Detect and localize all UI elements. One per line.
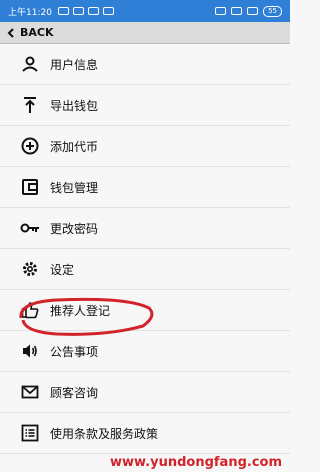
- menu-item-label: 推荐人登记: [50, 303, 111, 318]
- speaker-icon: [20, 341, 40, 361]
- menu-item-terms-of-service[interactable]: 使用条款及服务政策: [0, 413, 290, 454]
- menu-item-label: 设定: [50, 262, 75, 277]
- menu-item-wallet-management[interactable]: 钱包管理: [0, 167, 290, 208]
- alarm-icon: [57, 7, 69, 15]
- message-icon: [72, 7, 84, 15]
- menu-item-referrer-registration[interactable]: 推荐人登记: [0, 290, 290, 331]
- menu-item-user-info[interactable]: 用户信息: [0, 44, 290, 85]
- menu-item-label: 导出钱包: [50, 98, 99, 113]
- menu-item-announcements[interactable]: 公告事项: [0, 331, 290, 372]
- back-button[interactable]: BACK: [20, 26, 54, 39]
- menu-item-settings[interactable]: 设定: [0, 249, 290, 290]
- menu-item-label: 公告事项: [50, 344, 99, 359]
- wifi-icon: [247, 7, 259, 15]
- menu-item-add-token[interactable]: 添加代币: [0, 126, 290, 167]
- key-icon: [20, 218, 40, 238]
- status-time: 上午11:20: [8, 7, 52, 18]
- top-bar: BACK: [0, 22, 290, 44]
- menu-item-label: 添加代币: [50, 139, 99, 154]
- notification-icons: [57, 7, 114, 15]
- add-circle-icon: [20, 136, 40, 156]
- menu-item-label: 更改密码: [50, 221, 99, 236]
- battery-icon: 55: [263, 5, 282, 17]
- cloud-icon: [102, 7, 114, 15]
- upload-icon: [20, 95, 40, 115]
- gear-icon: [20, 259, 40, 279]
- chevron-left-icon[interactable]: [6, 27, 16, 38]
- menu-item-export-wallet[interactable]: 导出钱包: [0, 85, 290, 126]
- settings-menu: 用户信息 导出钱包 添加代币 钱包管理 更改密码 设定 推荐人登记 公告事项 顾…: [0, 44, 290, 454]
- watermark: www.yundongfang.com: [109, 455, 282, 470]
- menu-item-change-password[interactable]: 更改密码: [0, 208, 290, 249]
- person-icon: [20, 54, 40, 74]
- menu-item-label: 钱包管理: [50, 180, 99, 195]
- menu-item-customer-inquiry[interactable]: 顾客咨询: [0, 372, 290, 413]
- signal-icon: [231, 7, 243, 15]
- mail-icon: [20, 382, 40, 402]
- thumbs-up-icon: [20, 300, 40, 320]
- menu-item-label: 顾客咨询: [50, 385, 99, 400]
- system-icons: 55: [215, 5, 282, 17]
- wallet-icon: [20, 177, 40, 197]
- list-icon: [20, 423, 40, 443]
- menu-item-label: 使用条款及服务政策: [50, 426, 159, 441]
- menu-item-label: 用户信息: [50, 57, 99, 72]
- signal-icon: [215, 7, 227, 15]
- status-bar: 上午11:20 55: [0, 0, 290, 22]
- chat-icon: [87, 7, 99, 15]
